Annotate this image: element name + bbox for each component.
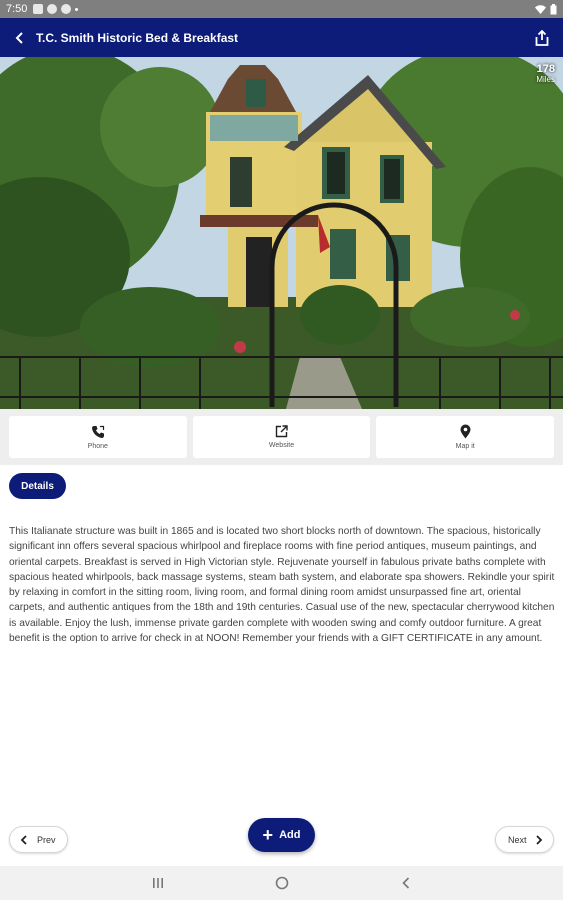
status-time: 7:50 [6,3,28,15]
phone-button[interactable]: Phone [9,416,187,458]
prev-button[interactable]: Prev [9,826,68,853]
add-label: Add [279,829,301,841]
victorian-house-photo [0,57,563,409]
recent-apps-icon [152,878,163,888]
phone-label: Phone [87,442,108,450]
share-button[interactable] [531,27,553,49]
details-tab[interactable]: Details [9,473,66,499]
more-notifications-icon [75,7,79,11]
add-button[interactable]: + Add [248,818,315,852]
system-back-icon [401,877,409,889]
action-bar: Phone Website Map it [0,409,563,465]
map-pin-icon [460,424,471,439]
gallery-notification-icon [33,4,44,14]
account-notification-icon [47,4,58,14]
back-arrow-icon [15,31,23,44]
plus-icon: + [262,825,274,845]
website-label: Website [268,442,295,449]
home-circle-icon [275,876,288,890]
map-button[interactable]: Map it [376,416,555,458]
sync-notification-icon [61,4,72,14]
distance-value: 178 [536,63,555,75]
home-button[interactable] [220,866,344,900]
external-link-icon [275,425,288,438]
back-button[interactable] [10,28,30,48]
battery-icon [550,3,557,14]
system-back-button[interactable] [344,866,468,900]
share-icon [535,29,549,46]
wifi-icon [535,4,546,14]
page-title: T.C. Smith Historic Bed & Breakfast [36,30,239,45]
next-label: Next [508,834,527,845]
next-button[interactable]: Next [495,826,554,853]
system-navigation-bar [0,866,563,900]
map-label: Map it [455,443,475,450]
distance-unit: Miles [536,75,555,84]
prev-label: Prev [37,834,56,845]
status-bar: 7:50 [0,0,563,18]
hero-photo[interactable]: 178 Miles [0,57,563,409]
distance-badge: 178 Miles [536,63,555,84]
phone-icon [91,425,104,438]
chevron-right-icon [535,834,542,845]
app-bar: T.C. Smith Historic Bed & Breakfast [0,18,563,57]
recent-apps-button[interactable] [96,866,220,900]
website-button[interactable]: Website [192,416,371,458]
chevron-left-icon [20,834,27,845]
listing-description: This Italianate structure was built in 1… [9,526,555,645]
